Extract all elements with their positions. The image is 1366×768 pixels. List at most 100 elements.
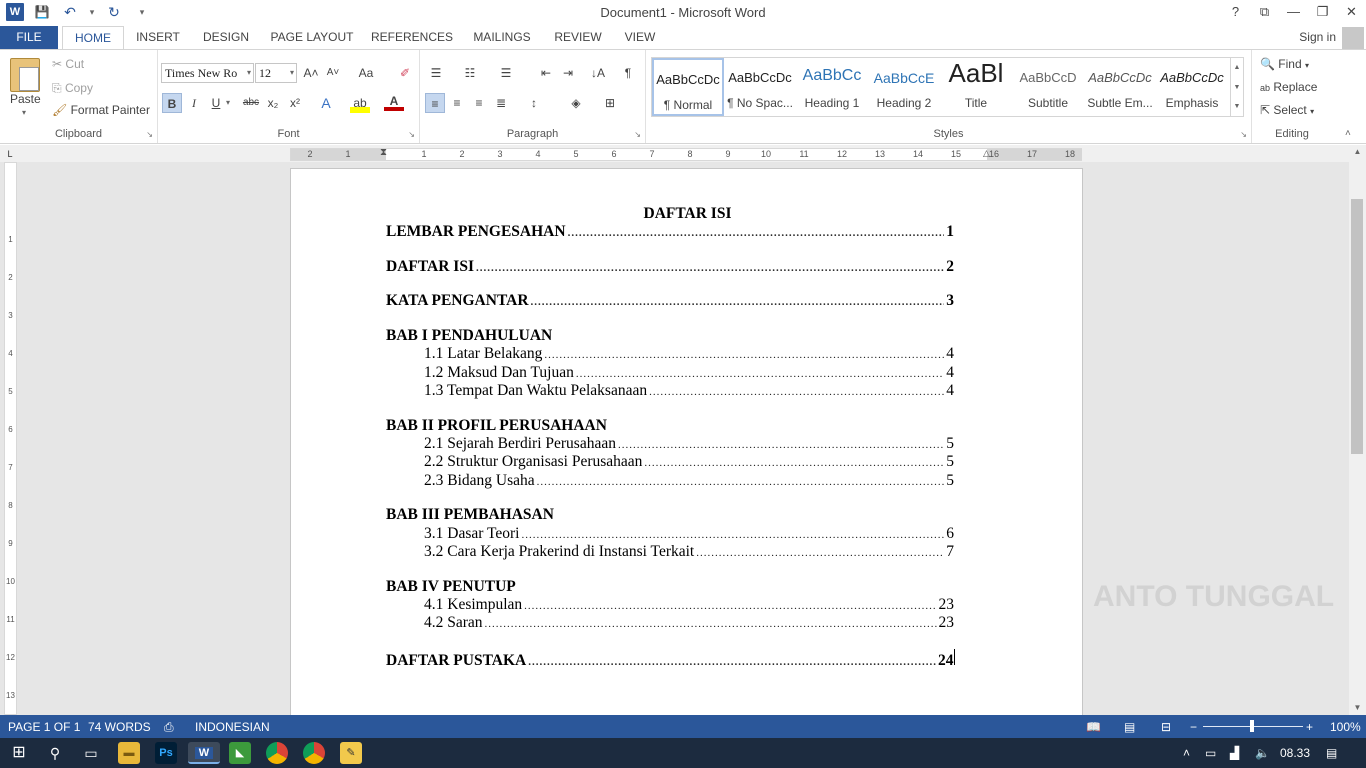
app-green-icon[interactable]: ◣	[229, 742, 251, 764]
maximize-button[interactable]: ❐	[1308, 0, 1337, 24]
subscript-button[interactable]: x₂	[263, 93, 283, 113]
zoom-in-button[interactable]: +	[1306, 720, 1313, 734]
clock-time[interactable]: 08.33	[1280, 746, 1310, 760]
sign-in-link[interactable]: Sign in	[1299, 30, 1336, 44]
ribbon-display-options-button[interactable]: ⧉	[1250, 0, 1279, 24]
search-icon[interactable]: ⚲	[44, 742, 66, 764]
tab-home[interactable]: HOME	[62, 26, 124, 50]
paste-button[interactable]: Paste	[10, 92, 41, 106]
decrease-indent-icon[interactable]: ⇤	[536, 63, 556, 83]
highlight-button[interactable]: ab	[350, 93, 370, 113]
volume-icon[interactable]: 🔈	[1255, 746, 1270, 760]
scrollbar-thumb[interactable]	[1351, 199, 1363, 454]
font-color-button[interactable]: A	[384, 93, 404, 111]
help-button[interactable]: ?	[1221, 0, 1250, 24]
more-styles-icon[interactable]: ▼	[1231, 98, 1243, 116]
styles-launcher-icon[interactable]: ↘	[1240, 130, 1247, 139]
print-layout-icon[interactable]: ▤	[1124, 720, 1135, 734]
tray-chevron-icon[interactable]: ˄	[1183, 746, 1190, 760]
horizontal-ruler[interactable]: 2 1 1 2 3 4 5 6 7 8 9 10 11 12 13 14 15 …	[290, 147, 1082, 161]
superscript-button[interactable]: x²	[285, 93, 305, 113]
document-page[interactable]: DAFTAR ISI LEMBAR PENGESAHAN 1 DAFTAR ISI…	[290, 168, 1083, 715]
paste-dropdown-icon[interactable]: ▾	[22, 108, 26, 117]
web-layout-icon[interactable]: ⊟	[1161, 720, 1171, 734]
tab-review[interactable]: REVIEW	[550, 26, 606, 50]
read-mode-icon[interactable]: 📖	[1086, 720, 1101, 734]
battery-icon[interactable]: ▭	[1205, 746, 1216, 760]
paste-icon[interactable]	[10, 58, 40, 92]
chrome-icon[interactable]	[303, 742, 325, 764]
style-subtitle[interactable]: AaBbCcD Subtitle	[1012, 58, 1084, 116]
word-count[interactable]: 74 WORDS	[88, 720, 151, 734]
shading-icon[interactable]: ◈	[566, 93, 586, 113]
close-button[interactable]: ✕	[1337, 0, 1366, 24]
task-view-icon[interactable]: ▭	[80, 742, 102, 764]
styles-gallery-scroll[interactable]: ▲ ▼ ▼	[1230, 57, 1244, 117]
change-case-button[interactable]: Aa	[353, 63, 379, 83]
font-launcher-icon[interactable]: ↘	[408, 130, 415, 139]
style-subtle-emphasis[interactable]: AaBbCcDc Subtle Em...	[1084, 58, 1156, 116]
scroll-up-icon[interactable]: ▲	[1349, 147, 1366, 156]
strikethrough-button[interactable]: abc	[240, 93, 262, 113]
app-yellow-icon[interactable]: ✎	[340, 742, 362, 764]
right-indent-marker[interactable]: △	[983, 148, 990, 159]
vertical-scrollbar[interactable]: ▲ ▼	[1349, 145, 1366, 715]
align-left-icon[interactable]: ≡	[425, 93, 445, 113]
show-hide-button[interactable]: ¶	[618, 63, 638, 83]
tab-mailings[interactable]: MAILINGS	[468, 26, 536, 50]
increase-indent-icon[interactable]: ⇥	[558, 63, 578, 83]
photoshop-icon[interactable]: Ps	[155, 742, 177, 764]
numbering-icon[interactable]: ☷	[460, 63, 480, 83]
text-effects-button[interactable]: A	[316, 93, 336, 113]
collapse-ribbon-icon[interactable]: ˄	[1345, 128, 1351, 139]
tab-page-layout[interactable]: PAGE LAYOUT	[268, 26, 356, 50]
vertical-ruler[interactable]: 1 2 3 4 5 6 7 8 9 10 11 12 13	[4, 162, 17, 715]
tab-references[interactable]: REFERENCES	[371, 26, 453, 50]
select-button[interactable]: ⇱ Select ▾	[1260, 103, 1314, 117]
format-painter-button[interactable]: 🖌 Format Painter	[52, 103, 150, 117]
style-no-spacing[interactable]: AaBbCcDc ¶ No Spac...	[724, 58, 796, 116]
tab-selector[interactable]: L	[4, 148, 16, 160]
minimize-button[interactable]: —	[1279, 0, 1308, 24]
borders-icon[interactable]: ⊞	[600, 93, 620, 113]
avatar[interactable]	[1342, 27, 1364, 49]
start-windows-icon[interactable]: ⊞	[8, 742, 30, 764]
align-center-icon[interactable]: ≡	[447, 93, 467, 113]
line-spacing-icon[interactable]: ↕	[524, 93, 544, 113]
style-heading-2[interactable]: AaBbCcE Heading 2	[868, 58, 940, 116]
zoom-slider-knob[interactable]	[1250, 720, 1254, 732]
replace-button[interactable]: ab Replace	[1260, 80, 1317, 94]
font-name-combo[interactable]: Times New Ro ▾	[161, 63, 254, 83]
multilevel-list-icon[interactable]: ☰	[496, 63, 516, 83]
clear-formatting-button[interactable]: ✐	[395, 63, 415, 83]
network-icon[interactable]: ▟	[1230, 746, 1239, 760]
clipboard-launcher-icon[interactable]: ↘	[146, 130, 153, 139]
notifications-icon[interactable]: ▤	[1326, 746, 1337, 760]
tab-view[interactable]: VIEW	[620, 26, 660, 50]
tab-insert[interactable]: INSERT	[131, 26, 185, 50]
bold-button[interactable]: B	[162, 93, 182, 113]
find-button[interactable]: 🔍 Find ▾	[1260, 57, 1309, 71]
page-count[interactable]: PAGE 1 OF 1	[8, 720, 80, 734]
style-heading-1[interactable]: AaBbCc Heading 1	[796, 58, 868, 116]
grow-font-button[interactable]: A˄	[301, 63, 321, 83]
tab-file[interactable]: FILE	[0, 26, 58, 50]
chevron-up-icon[interactable]: ▲	[1231, 58, 1243, 78]
first-line-indent-marker[interactable]: ⧗	[380, 147, 387, 158]
italic-button[interactable]: I	[184, 93, 204, 113]
justify-icon[interactable]: ≣	[491, 93, 511, 113]
shrink-font-button[interactable]: A˅	[323, 63, 343, 83]
bullets-icon[interactable]: ☰	[426, 63, 446, 83]
chevron-down-icon[interactable]: ▼	[1231, 78, 1243, 98]
zoom-level[interactable]: 100%	[1330, 720, 1361, 734]
proofing-icon[interactable]: ⎙	[164, 720, 174, 735]
chrome-icon[interactable]	[266, 742, 288, 764]
style-title[interactable]: AaBl Title	[940, 58, 1012, 116]
file-explorer-icon[interactable]: ▬	[118, 742, 140, 764]
word-taskbar-icon[interactable]: W	[188, 742, 220, 764]
scroll-down-icon[interactable]: ▼	[1349, 703, 1366, 712]
underline-dropdown-icon[interactable]: ▾	[223, 93, 233, 113]
style-normal[interactable]: AaBbCcDc ¶ Normal	[652, 58, 724, 116]
language-indicator[interactable]: INDONESIAN	[195, 720, 270, 734]
align-right-icon[interactable]: ≡	[469, 93, 489, 113]
